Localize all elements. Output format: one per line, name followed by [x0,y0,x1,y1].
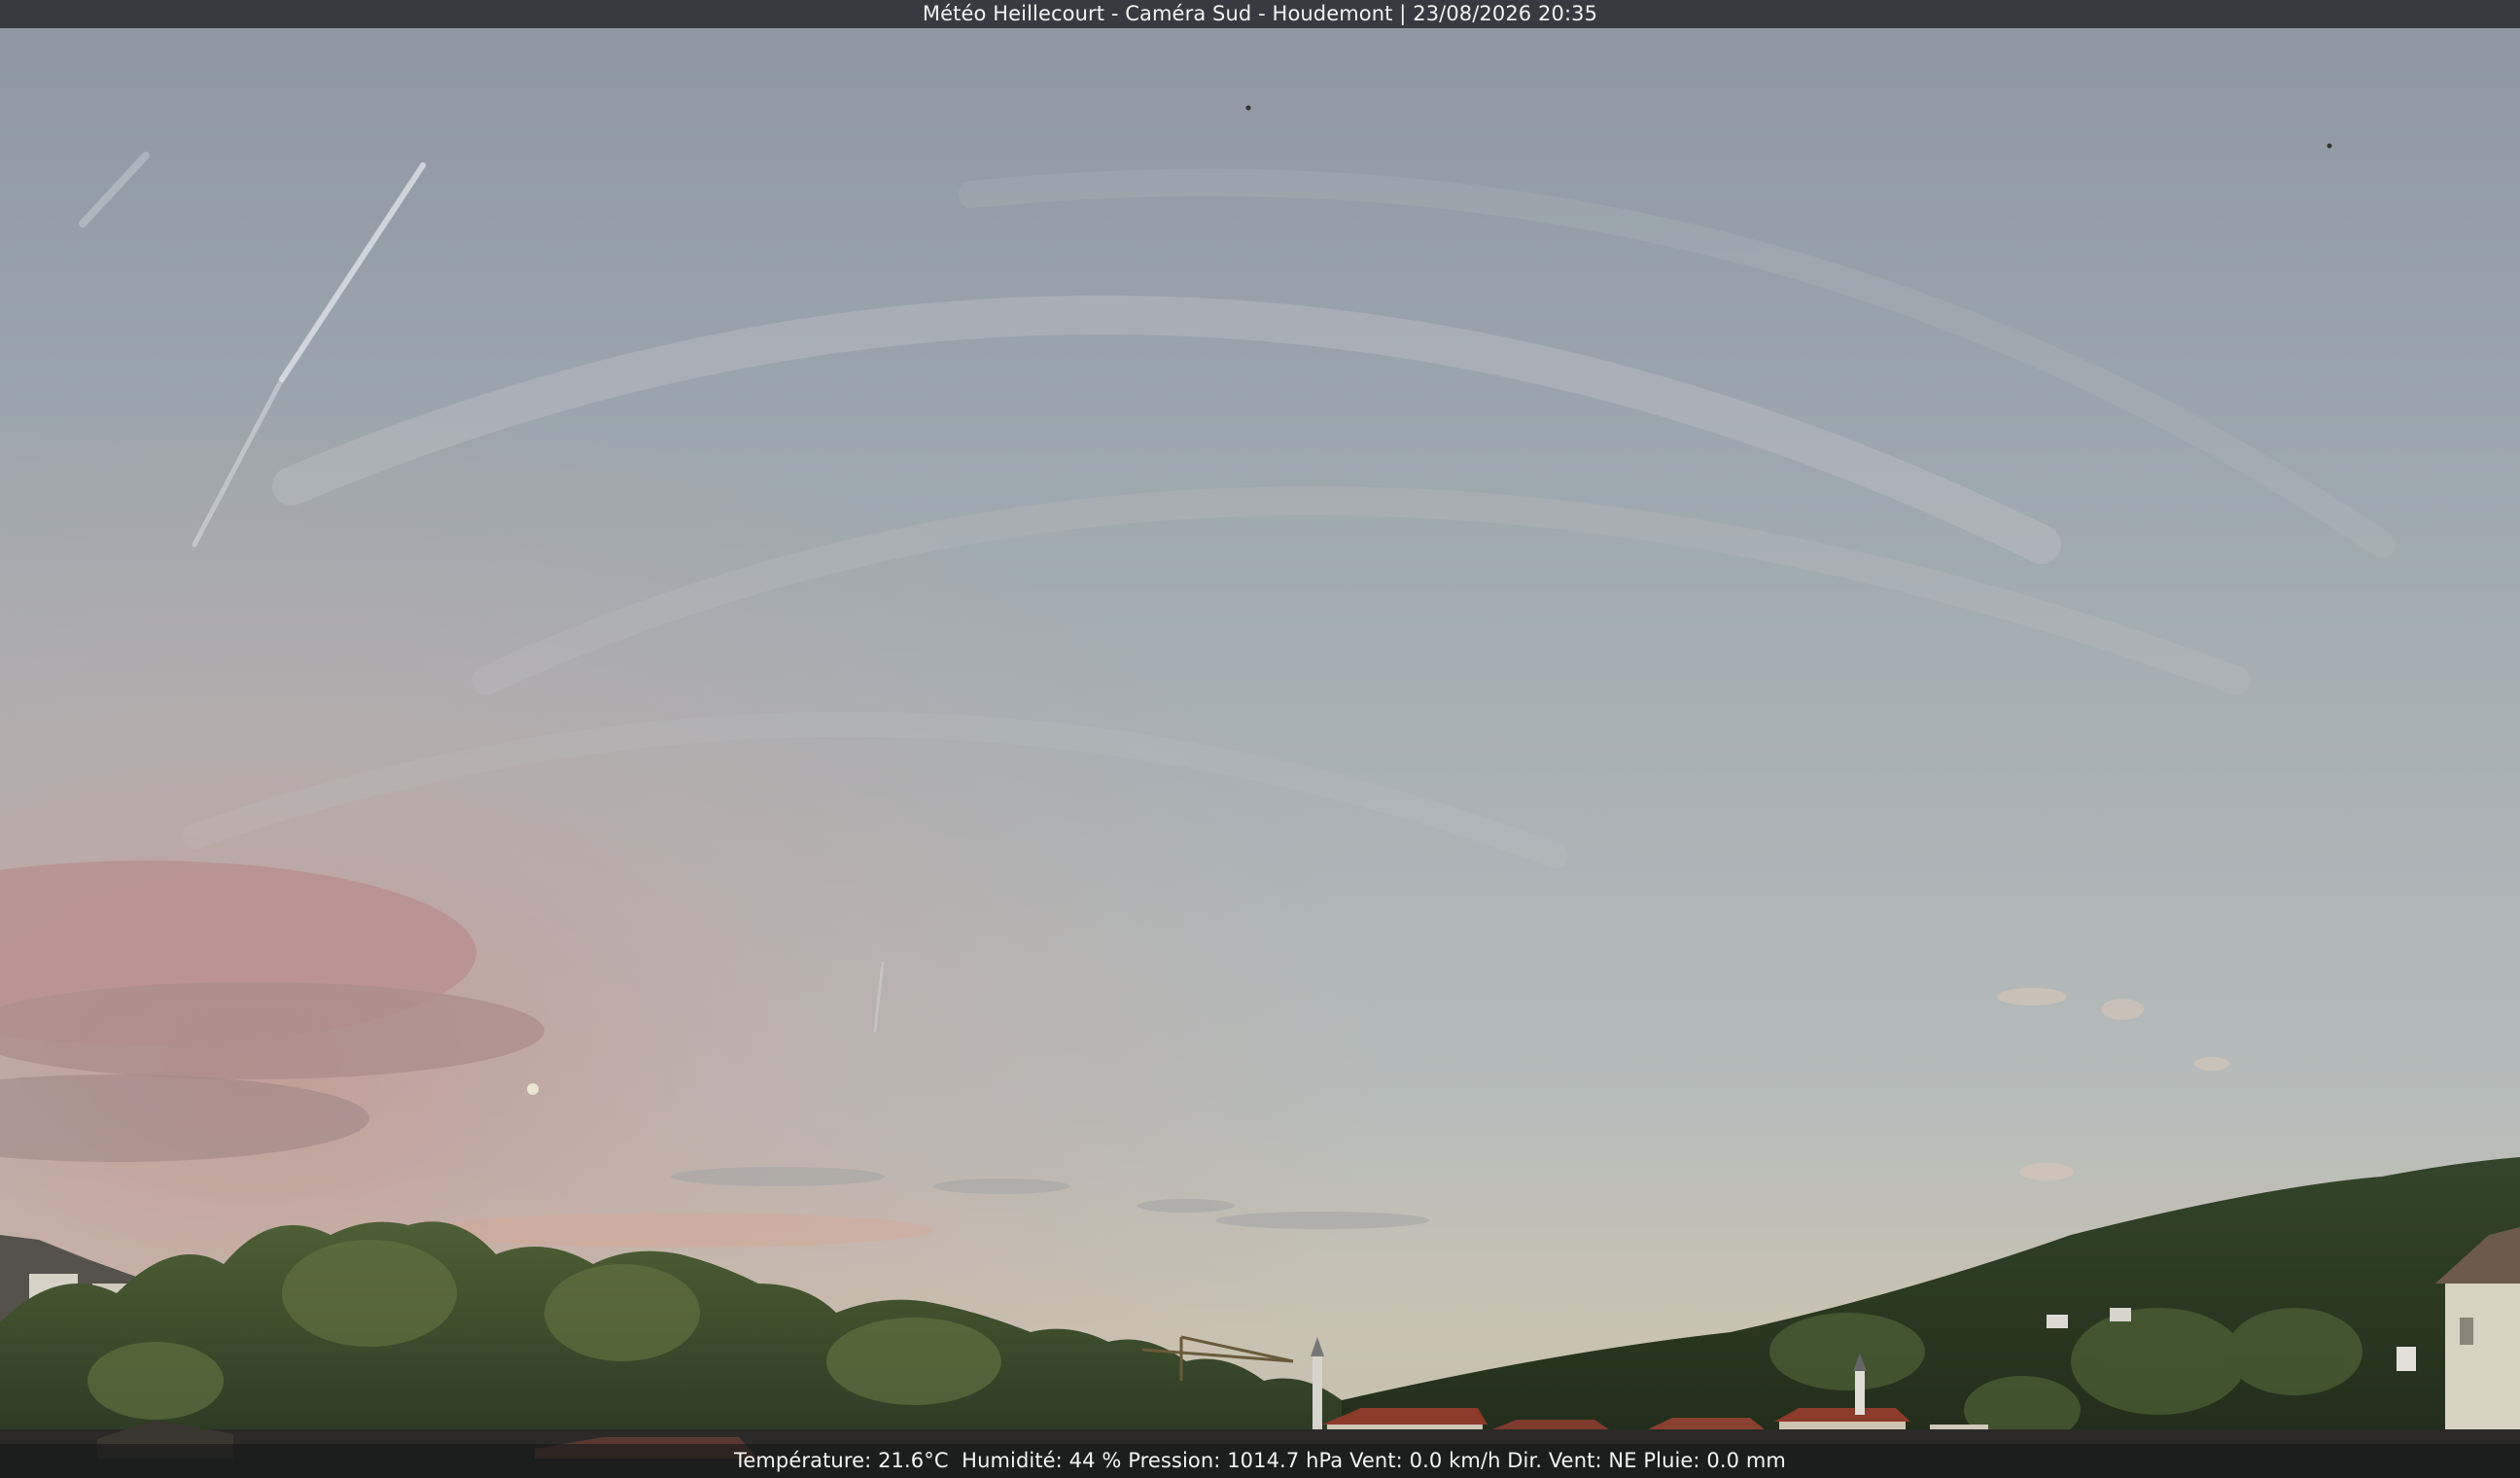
pressure-value: 1014.7 hPa [1227,1449,1344,1472]
wind-value: 0.0 km/h [1409,1449,1501,1472]
wind-direction-label: Dir. Vent: [1507,1449,1602,1472]
weather-info-bar: Température: 21.6°C Humidité: 44 % Press… [0,1444,2520,1478]
humidity-label: Humidité: [962,1449,1063,1472]
moon-icon [527,1083,539,1095]
bird-icon [1245,105,1251,111]
bird-icon [2327,143,2332,149]
rain-label: Pluie: [1643,1449,1700,1472]
rain-value: 0.0 mm [1706,1449,1786,1472]
wind-direction-value: NE [1608,1449,1637,1472]
webcam-scene [0,0,2520,1478]
wind-label: Vent: [1349,1449,1403,1472]
temperature-value: 21.6°C [878,1449,949,1472]
camera-title-bar: Météo Heillecourt - Caméra Sud - Houdemo… [0,0,2520,28]
humidity-value: 44 % [1068,1449,1122,1472]
temperature-label: Température: [733,1449,872,1472]
pressure-label: Pression: [1128,1449,1221,1472]
camera-title: Météo Heillecourt - Caméra Sud - Houdemo… [922,2,1598,25]
webcam-frame: Météo Heillecourt - Caméra Sud - Houdemo… [0,0,2520,1478]
